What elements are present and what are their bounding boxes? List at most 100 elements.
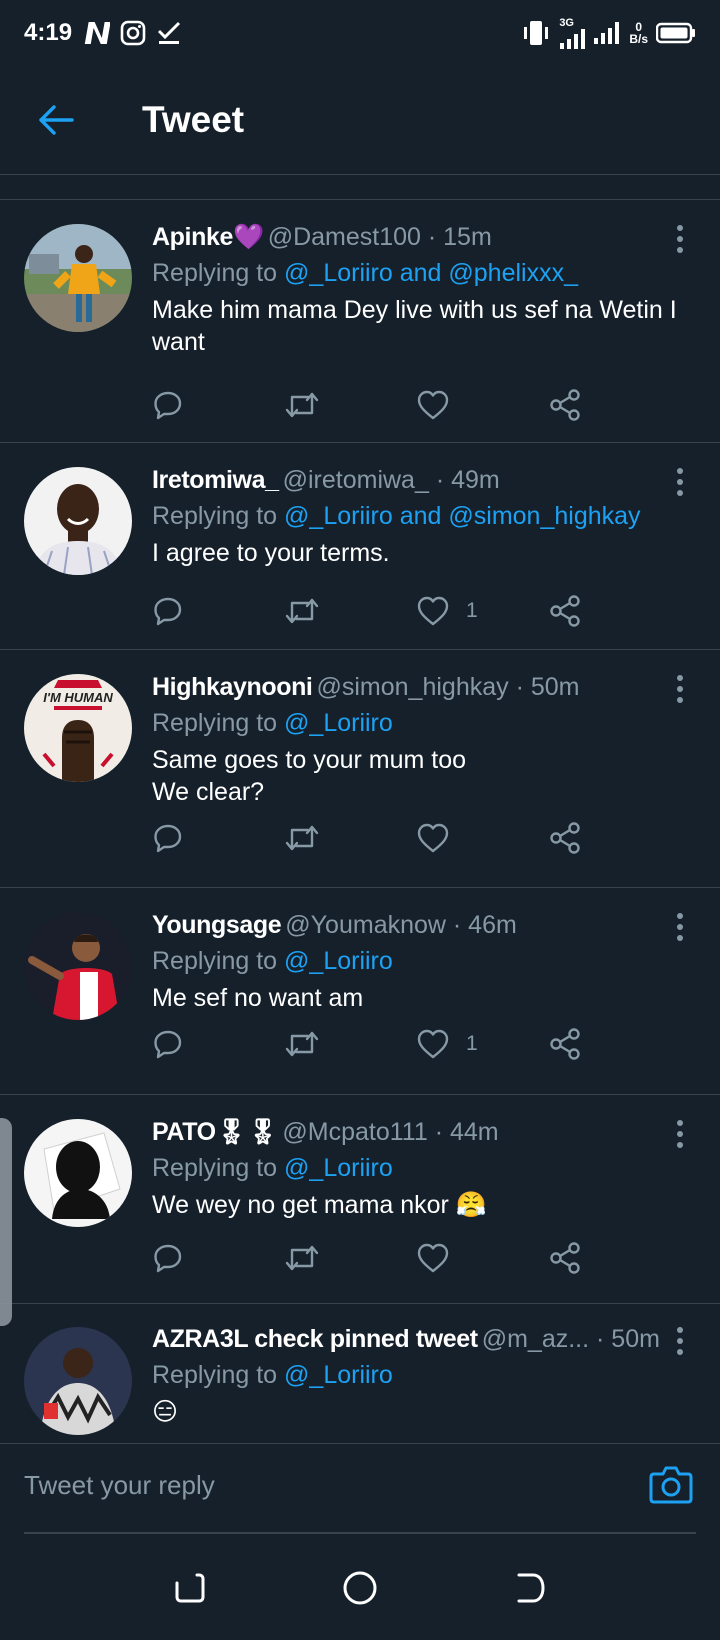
more-icon (677, 468, 683, 474)
replies-feed[interactable]: Apinke💜 @Damest100 · 15m Replying to @_Lo… (0, 200, 720, 1443)
page-title: Tweet (142, 99, 245, 140)
share-button[interactable] (548, 1236, 680, 1280)
more-options-button[interactable] (670, 1324, 690, 1358)
more-options-button[interactable] (670, 465, 690, 499)
signal-icon (560, 28, 586, 49)
home-icon (343, 1571, 377, 1604)
share-button[interactable] (548, 816, 680, 860)
home-button[interactable] (275, 1548, 445, 1628)
tweet[interactable]: I'M HUMAN Highkaynooni @simon_highkay · 5… (0, 650, 720, 888)
reply-button[interactable] (152, 589, 284, 633)
avatar[interactable] (24, 1119, 132, 1227)
like-icon (417, 596, 449, 626)
tweet-time: · 49m (428, 466, 500, 494)
status-bar: 4:19 3G 0 B/s (0, 0, 720, 66)
share-button[interactable] (548, 383, 680, 427)
replying-to-link[interactable]: @_Loriiro and @phelixxx_ (284, 259, 578, 287)
back-button[interactable] (26, 90, 86, 150)
more-options-button[interactable] (670, 672, 690, 706)
replying-to-link[interactable]: @_Loriiro (284, 1361, 393, 1389)
tweet-text: I agree to your terms. (152, 539, 390, 567)
like-button[interactable]: 1 (416, 1022, 548, 1066)
like-count: 1 (466, 599, 478, 622)
tweet[interactable]: PATO🎖🎖 @Mcpato111 · 44m Replying to @_Lor… (0, 1095, 720, 1304)
reply-button[interactable] (152, 383, 284, 427)
retweet-button[interactable] (284, 589, 416, 633)
author-handle: @Damest100 (267, 223, 421, 251)
share-icon (550, 389, 580, 421)
author-name[interactable]: Highkaynooni (152, 673, 313, 701)
reply-icon (154, 1030, 182, 1059)
edge-panel-handle[interactable] (0, 1118, 12, 1326)
tweet-text: Make him mama Dey live with us sef na We… (152, 296, 677, 356)
author-name[interactable]: Iretomiwa_ (152, 466, 279, 494)
tweet-content: Iretomiwa_ @iretomiwa_ · 49m Replying to … (152, 463, 680, 569)
reply-icon (154, 824, 182, 853)
vibrate-icon (524, 21, 549, 45)
replying-prefix: Replying to (152, 502, 285, 530)
avatar[interactable]: I'M HUMAN (24, 674, 132, 782)
avatar[interactable] (24, 224, 132, 332)
like-button[interactable] (416, 1236, 548, 1280)
top-app-bar: Tweet (0, 66, 720, 175)
recents-button[interactable] (105, 1548, 275, 1628)
tweet[interactable]: Iretomiwa_ @iretomiwa_ · 49m Replying to … (0, 443, 720, 650)
retweet-icon (285, 1031, 319, 1057)
share-button[interactable] (548, 589, 680, 633)
action-row (152, 816, 680, 860)
replying-to-link[interactable]: @_Loriiro (284, 947, 393, 975)
more-icon (677, 1327, 683, 1333)
retweet-button[interactable] (284, 816, 416, 860)
reply-bar (0, 1443, 720, 1534)
signal-icon-2 (594, 22, 620, 44)
action-row: 1 (152, 589, 680, 633)
tweet-content: Highkaynooni @simon_highkay · 50m Replyin… (152, 670, 680, 808)
netflix-icon (84, 22, 111, 44)
share-button[interactable] (548, 1022, 680, 1066)
replying-to-link[interactable]: @_Loriiro and @simon_highkay (284, 502, 641, 530)
more-options-button[interactable] (670, 1117, 690, 1151)
like-button[interactable]: 1 (416, 589, 548, 633)
like-button[interactable] (416, 383, 548, 427)
replying-prefix: Replying to (152, 259, 285, 287)
author-name[interactable]: PATO🎖🎖 (152, 1118, 279, 1146)
reply-button[interactable] (152, 1236, 284, 1280)
retweet-icon (285, 598, 319, 624)
avatar[interactable] (24, 467, 132, 575)
like-icon (417, 823, 449, 853)
author-name[interactable]: Youngsage (152, 911, 282, 939)
tweet[interactable]: Youngsage @Youmaknow · 46m Replying to @_… (0, 888, 720, 1095)
retweet-button[interactable] (284, 1236, 416, 1280)
author-handle: @m_az... (481, 1325, 590, 1353)
avatar[interactable] (24, 1327, 132, 1435)
tweet-time: · 44m (427, 1118, 499, 1146)
system-navigation-bar (0, 1535, 720, 1640)
tweet[interactable]: AZRA3L check pinned tweet @m_az... · 50m … (0, 1304, 720, 1443)
author-name[interactable]: AZRA3L check pinned tweet (152, 1325, 478, 1353)
replying-to-link[interactable]: @_Loriiro (284, 709, 393, 737)
back-nav-button[interactable] (445, 1548, 615, 1628)
tweet-content: AZRA3L check pinned tweet @m_az... · 50m … (152, 1322, 680, 1428)
retweet-button[interactable] (284, 383, 416, 427)
like-button[interactable] (416, 816, 548, 860)
author-handle: @simon_highkay (316, 673, 509, 701)
camera-button[interactable] (648, 1462, 694, 1508)
retweet-button[interactable] (284, 1022, 416, 1066)
tweet[interactable]: Apinke💜 @Damest100 · 15m Replying to @_Lo… (0, 200, 720, 443)
more-options-button[interactable] (670, 222, 690, 256)
author-name[interactable]: Apinke💜 (152, 223, 264, 251)
action-row: 1 (152, 1022, 680, 1066)
more-icon (677, 1120, 683, 1126)
replying-to-link[interactable]: @_Loriiro (284, 1154, 393, 1182)
author-handle: @Mcpato111 (282, 1118, 428, 1146)
reply-button[interactable] (152, 816, 284, 860)
replying-prefix: Replying to (152, 1154, 285, 1182)
reply-input[interactable] (24, 1460, 624, 1510)
tweet-time: · 15m (420, 223, 492, 251)
tweet-content: PATO🎖🎖 @Mcpato111 · 44m Replying to @_Lor… (152, 1115, 680, 1221)
more-options-button[interactable] (670, 910, 690, 944)
share-icon (550, 822, 580, 854)
avatar[interactable] (24, 912, 132, 1020)
reply-button[interactable] (152, 1022, 284, 1066)
retweet-icon (285, 1245, 319, 1271)
